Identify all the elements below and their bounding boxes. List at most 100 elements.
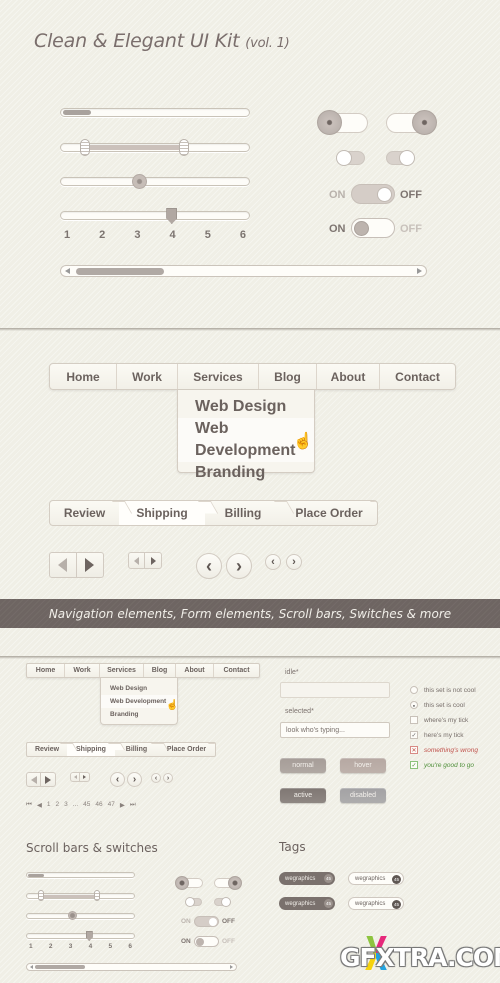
range-handle-low[interactable] [37, 890, 44, 901]
nav-item-work[interactable]: Work [117, 364, 178, 389]
toggle-large-on[interactable] [386, 110, 437, 135]
page-link[interactable]: 1 [47, 801, 51, 809]
step-review[interactable]: Review [50, 501, 119, 525]
next-button[interactable] [77, 553, 103, 577]
page-link[interactable]: 3 [64, 801, 68, 809]
toggle-large-on[interactable] [214, 876, 242, 890]
nav-item-about[interactable]: About [176, 664, 214, 677]
range-handle-high[interactable] [179, 139, 190, 156]
prev-round-small-button[interactable]: ‹ [151, 773, 161, 783]
next-button[interactable] [145, 553, 161, 568]
radio-button[interactable] [410, 686, 418, 694]
dropdown-item[interactable]: Branding [178, 462, 314, 484]
onoff-switch-off[interactable] [351, 184, 395, 204]
scrollbar-thumb[interactable] [35, 965, 86, 969]
range-handle-high[interactable] [94, 890, 101, 901]
radio-option[interactable]: this set is not cool [410, 686, 476, 694]
slider-handle[interactable] [67, 911, 77, 920]
page-link[interactable]: 47 [108, 801, 115, 809]
prev-round-button[interactable]: ‹ [110, 772, 125, 787]
horizontal-scrollbar-small[interactable] [26, 963, 237, 971]
toggle-small-on[interactable] [386, 150, 415, 166]
next-page-icon[interactable]: ▶ [120, 801, 125, 809]
slider-handle[interactable] [132, 174, 148, 189]
range-slider[interactable] [60, 139, 250, 156]
page-link[interactable]: 2 [55, 801, 59, 809]
scrollbar-thumb[interactable] [76, 268, 164, 275]
prev-button[interactable] [50, 553, 77, 577]
nav-item-work[interactable]: Work [65, 664, 100, 677]
toggle-small-on[interactable] [214, 897, 231, 907]
next-button[interactable] [80, 773, 89, 781]
selected-input[interactable]: look who's typing... [280, 722, 390, 738]
checkbox[interactable]: ✓ [410, 761, 418, 769]
dropdown-item[interactable]: Web Design [178, 396, 314, 418]
checkbox-option[interactable]: ✓ here's my tick [410, 731, 464, 739]
next-round-small-button[interactable]: › [163, 773, 173, 783]
prev-button[interactable] [129, 553, 146, 568]
toggle-small-off[interactable] [336, 150, 365, 166]
radio-button[interactable]: ● [410, 701, 418, 709]
button-hover[interactable]: hover [340, 758, 386, 773]
toggle-large-off[interactable] [317, 110, 368, 135]
onoff-switch-off[interactable] [194, 916, 219, 927]
radio-option[interactable]: ● this set is cool [410, 701, 465, 709]
prev-page-icon[interactable]: ◀ [37, 801, 42, 809]
scroll-left-icon[interactable] [65, 268, 70, 274]
prev-button[interactable] [27, 773, 42, 786]
step-place-order[interactable]: Place Order [281, 501, 377, 525]
nav-item-home[interactable]: Home [50, 364, 117, 389]
nav-item-blog[interactable]: Blog [259, 364, 317, 389]
page-link[interactable]: 46 [95, 801, 102, 809]
tag-light[interactable]: wegraphics 45 [348, 872, 404, 885]
scroll-right-icon[interactable] [230, 965, 233, 969]
checkbox-option[interactable]: ✓ you're good to go [410, 761, 474, 769]
nav-item-services[interactable]: Services [100, 664, 144, 677]
scroll-left-icon[interactable] [30, 965, 33, 969]
stepped-slider-small[interactable] [26, 931, 135, 941]
toggle-large-off[interactable] [175, 876, 203, 890]
single-slider[interactable] [60, 174, 250, 189]
next-round-small-button[interactable]: › [286, 554, 302, 570]
prev-round-button[interactable]: ‹ [196, 553, 222, 579]
range-handle-low[interactable] [79, 139, 90, 156]
tag-dark[interactable]: wegraphics 45 [279, 872, 335, 885]
step-review[interactable]: Review [27, 743, 67, 756]
checkbox[interactable]: ✓ [410, 731, 418, 739]
prev-button[interactable] [71, 773, 81, 781]
tag-dark[interactable]: wegraphics 45 [279, 897, 335, 910]
idle-input[interactable] [280, 682, 390, 698]
nav-item-services[interactable]: Services [178, 364, 259, 389]
nav-item-contact[interactable]: Contact [214, 664, 259, 677]
toggle-small-off[interactable] [185, 897, 202, 907]
prev-round-small-button[interactable]: ‹ [265, 554, 281, 570]
next-button[interactable] [41, 773, 55, 786]
onoff-switch-on[interactable] [194, 936, 219, 947]
last-page-icon[interactable]: ⏭ [130, 801, 136, 809]
checkbox[interactable]: ✕ [410, 746, 418, 754]
onoff-switch-on[interactable] [351, 218, 395, 238]
checkbox-option[interactable]: ✕ something's wrong [410, 746, 478, 754]
horizontal-scrollbar[interactable] [60, 265, 427, 277]
dropdown-item[interactable]: Web Design [101, 682, 177, 695]
stepped-slider-handle[interactable] [85, 931, 93, 941]
nav-item-contact[interactable]: Contact [380, 364, 455, 389]
range-slider-small[interactable] [26, 890, 135, 901]
first-page-icon[interactable]: ⏮ [26, 801, 32, 809]
checkbox[interactable] [410, 716, 418, 724]
checkbox-option[interactable]: where's my tick [410, 716, 468, 724]
page-link[interactable]: 45 [83, 801, 90, 809]
stepped-slider[interactable] [60, 208, 250, 224]
stepped-slider-handle[interactable] [166, 208, 178, 224]
nav-item-about[interactable]: About [317, 364, 380, 389]
nav-item-blog[interactable]: Blog [144, 664, 176, 677]
nav-item-home[interactable]: Home [27, 664, 65, 677]
next-round-button[interactable]: › [127, 772, 142, 787]
scroll-right-icon[interactable] [417, 268, 422, 274]
tag-light[interactable]: wegraphics 45 [348, 897, 404, 910]
button-normal[interactable]: normal [280, 758, 326, 773]
button-active[interactable]: active [280, 788, 326, 803]
toggle-knob [228, 876, 242, 890]
next-round-button[interactable]: › [226, 553, 252, 579]
single-slider-small[interactable] [26, 911, 135, 920]
